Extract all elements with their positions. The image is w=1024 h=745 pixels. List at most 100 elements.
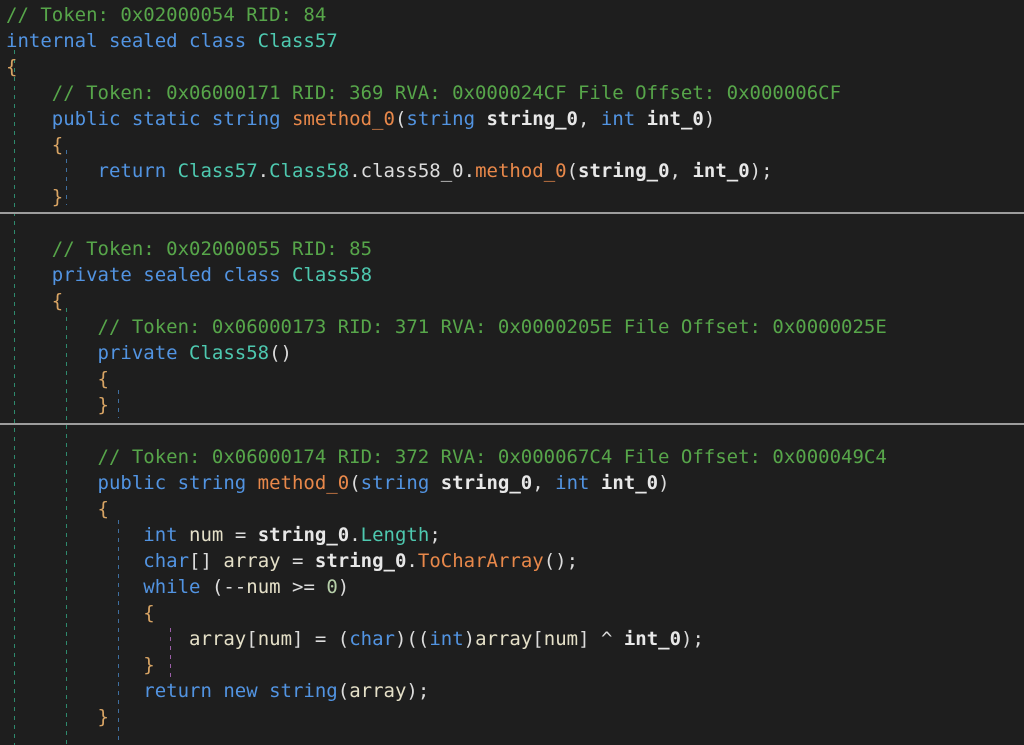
code-token: [ [246, 628, 257, 650]
code-token: Class57 [178, 160, 258, 182]
code-token [6, 576, 143, 598]
code-token: string_0 [578, 160, 670, 182]
code-line-ctor-token-comment[interactable]: // Token: 0x06000173 RID: 371 RVA: 0x000… [0, 314, 1024, 340]
code-token: string_0 [486, 108, 578, 130]
code-token: array [223, 550, 280, 572]
code-line-class58-declaration[interactable]: private sealed class Class58 [0, 262, 1024, 288]
code-token [6, 524, 143, 546]
code-token: ) [464, 628, 475, 650]
code-token: Class57 [258, 30, 338, 52]
code-line-smethod0-token-comment[interactable]: // Token: 0x06000171 RID: 369 RVA: 0x000… [0, 80, 1024, 106]
code-token: Class58 [189, 342, 269, 364]
code-token: ( [395, 108, 406, 130]
code-content[interactable]: // Token: 0x02000054 RID: 84internal sea… [0, 0, 1024, 730]
code-line-smethod0-close-brace[interactable]: } [0, 184, 1024, 210]
code-token: array [349, 680, 406, 702]
member-separator-1 [0, 212, 1024, 214]
code-token [6, 108, 52, 130]
code-token: num [189, 524, 223, 546]
code-line-while-close-brace[interactable]: } [0, 652, 1024, 678]
code-token: method_0 [258, 472, 350, 494]
code-line-method0-signature[interactable]: public string method_0(string string_0, … [0, 470, 1024, 496]
code-token: int [429, 628, 463, 650]
code-token: ) [338, 576, 349, 598]
code-token: return [98, 160, 178, 182]
code-token: { [6, 134, 63, 156]
code-line-smethod0-signature[interactable]: public static string smethod_0(string st… [0, 106, 1024, 132]
code-token [6, 680, 143, 702]
code-token: public string [98, 472, 258, 494]
code-token: , [670, 160, 693, 182]
code-line-method0-open-brace[interactable]: { [0, 496, 1024, 522]
code-line-smethod0-return[interactable]: return Class57.Class58.class58_0.method_… [0, 158, 1024, 184]
code-token: )(( [395, 628, 429, 650]
code-token: char [143, 550, 189, 572]
code-token: string_0 [258, 524, 350, 546]
code-token: int [601, 108, 647, 130]
code-line-method0-close-brace[interactable]: } [0, 704, 1024, 730]
code-line-while-condition[interactable]: while (--num >= 0) [0, 574, 1024, 600]
code-token: { [6, 498, 109, 520]
code-token: ) [704, 108, 715, 130]
code-token: ) [658, 472, 669, 494]
code-token: public static string [52, 108, 292, 130]
code-token: { [6, 56, 17, 78]
code-token: internal sealed class [6, 30, 258, 52]
code-token: { [6, 290, 63, 312]
code-line-ctor-open-brace[interactable]: { [0, 366, 1024, 392]
code-token: . [349, 524, 360, 546]
code-token: ] ^ [578, 628, 624, 650]
code-line-ctor-close-brace[interactable]: } [0, 392, 1024, 418]
code-token: 0 [326, 576, 337, 598]
code-token: method_0 [475, 160, 567, 182]
code-token: array [475, 628, 532, 650]
code-line-blank-2[interactable] [0, 418, 1024, 444]
code-token: [] [189, 550, 223, 572]
code-token [6, 342, 98, 364]
code-line-method0-return[interactable]: return new string(array); [0, 678, 1024, 704]
code-token: int [555, 472, 601, 494]
code-token: } [6, 186, 63, 208]
code-line-declare-array[interactable]: char[] array = string_0.ToCharArray(); [0, 548, 1024, 574]
code-token: , [578, 108, 601, 130]
code-token: } [6, 394, 109, 416]
code-token: ( [338, 680, 349, 702]
code-token: (); [544, 550, 578, 572]
code-token: // Token: 0x06000174 RID: 372 RVA: 0x000… [6, 446, 887, 468]
code-token: string_0 [315, 550, 407, 572]
code-line-class57-declaration[interactable]: internal sealed class Class57 [0, 28, 1024, 54]
code-line-class57-open-brace[interactable]: { [0, 54, 1024, 80]
code-token: Length [361, 524, 430, 546]
code-token: // Token: 0x06000171 RID: 369 RVA: 0x000… [6, 82, 841, 104]
code-token: int_0 [692, 160, 749, 182]
code-token: ( [567, 160, 578, 182]
code-token: int_0 [601, 472, 658, 494]
code-token: [ [532, 628, 543, 650]
code-token [6, 628, 189, 650]
code-token [6, 160, 98, 182]
code-token: class58_0 [361, 160, 464, 182]
code-token: int [143, 524, 189, 546]
code-line-declare-num[interactable]: int num = string_0.Length; [0, 522, 1024, 548]
code-line-xor-assignment[interactable]: array[num] = (char)((int)array[num] ^ in… [0, 626, 1024, 652]
code-token: string [361, 472, 441, 494]
code-token: private [98, 342, 190, 364]
code-line-class58-token-comment[interactable]: // Token: 0x02000055 RID: 85 [0, 236, 1024, 262]
code-token: . [349, 160, 360, 182]
code-token: ; [429, 524, 440, 546]
code-token: (-- [212, 576, 246, 598]
code-line-ctor-signature[interactable]: private Class58() [0, 340, 1024, 366]
code-token [6, 472, 98, 494]
code-line-while-open-brace[interactable]: { [0, 600, 1024, 626]
code-token: // Token: 0x02000054 RID: 84 [6, 4, 326, 26]
code-line-class57-token-comment[interactable]: // Token: 0x02000054 RID: 84 [0, 2, 1024, 28]
code-token: int_0 [624, 628, 681, 650]
code-token: = [223, 524, 257, 546]
code-token: () [269, 342, 292, 364]
code-line-smethod0-open-brace[interactable]: { [0, 132, 1024, 158]
code-line-class58-open-brace[interactable]: { [0, 288, 1024, 314]
code-line-method0-token-comment[interactable]: // Token: 0x06000174 RID: 372 RVA: 0x000… [0, 444, 1024, 470]
code-token: while [143, 576, 212, 598]
code-editor-viewport[interactable]: // Token: 0x02000054 RID: 84internal sea… [0, 0, 1024, 745]
code-token: array [189, 628, 246, 650]
